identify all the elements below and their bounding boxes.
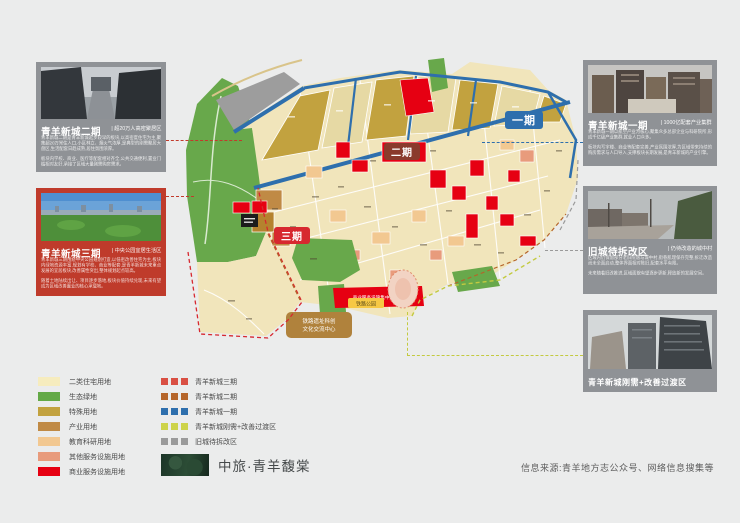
panel-transition: 青羊新城刚需+改善过渡区 bbox=[583, 310, 717, 392]
legend-zone-swatch bbox=[161, 408, 188, 415]
phase1-paragraph-2: 板块内写字楼、商业等配套完善,产业氛围浓厚,为区域带来持续的购房需求与人口导入,… bbox=[588, 145, 712, 156]
svg-text:铁路遗址科创: 铁路遗址科创 bbox=[302, 317, 335, 325]
phase1-paragraph-1: 青羊新城一期以航空产业为核心,聚集众多总部企业与科研院所,形成千亿级产业集群,就… bbox=[588, 129, 712, 140]
legend-item: 青羊新城刚需+改善过渡区 bbox=[161, 419, 276, 434]
poster-canvas: 商业服务设施集中建设区 铁路遗址科创 文化交流中心 铁路公园 bbox=[0, 0, 740, 523]
source-attribution: 信息来源:青羊地方志公众号、网络信息搜集等 bbox=[521, 461, 714, 474]
connector-oldtown bbox=[545, 250, 583, 251]
legend-land-use: 二类住宅用地 生态绿地 特殊用地 产业用地 教育科研用地 其他服务设施用地 商业… bbox=[38, 374, 125, 479]
svg-text:文化交流中心: 文化交流中心 bbox=[302, 325, 336, 333]
legend-zone-swatch bbox=[161, 423, 188, 430]
brand-logo: 中旅·青羊馥棠 bbox=[161, 454, 311, 476]
map-phase1-tag: 一期 bbox=[505, 111, 543, 129]
connector-transition-h bbox=[407, 355, 583, 356]
park-label: 铁路公园 bbox=[348, 298, 384, 308]
oldtown-photo bbox=[588, 191, 712, 239]
connector-phase2 bbox=[166, 140, 242, 141]
oldtown-paragraph-2: 未来随着旧改推进,区域面貌有望逐步更新,释放新的发展空间。 bbox=[588, 271, 712, 277]
brand-logo-mark-icon bbox=[161, 454, 209, 476]
legend-item: 青羊新城一期 bbox=[161, 404, 276, 419]
panel-phase1: 青羊新城一期 | 1000亿配套产业集群 青羊新城一期以航空产业为核心,聚集众多… bbox=[583, 60, 717, 166]
svg-text:铁路公园: 铁路公园 bbox=[356, 301, 376, 308]
panel-oldtown: 旧城待拆改区 | 仍待改造的城中村 区域内仍保留部分老旧院落与城中村,街巷肌理保… bbox=[583, 186, 717, 294]
legend-zone-swatch bbox=[161, 378, 188, 385]
legend-item: 生态绿地 bbox=[38, 389, 125, 404]
phase2-body: 青羊新城二期是青羊新城起步较早的板块,以高密度住宅为主,聚集超20万常住人口,小… bbox=[41, 135, 161, 167]
stadium-circle bbox=[388, 270, 418, 308]
phase2-paragraph-2: 板块内学校、商业、医疗等配套相对齐全,公共交通便利,置业门槛相对友好,承接了区域… bbox=[41, 156, 161, 167]
legend-swatch bbox=[38, 452, 60, 461]
legend-item: 产业用地 bbox=[38, 419, 125, 434]
oldtown-body: 区域内仍保留部分老旧院落与城中村,街巷肌理保存完整,拆迁改造尚未全面启动,整体界… bbox=[588, 255, 712, 276]
legend-item: 青羊新城三期 bbox=[161, 374, 276, 389]
phase2-photo bbox=[41, 67, 161, 119]
phase3-body: 青羊新城三期围绕中央公园规划打造,以低密改善住宅为主,板块内绿地资源丰富,规划有… bbox=[41, 257, 161, 289]
connector-phase1 bbox=[482, 142, 583, 143]
legend-item: 其他服务设施用地 bbox=[38, 449, 125, 464]
legend-swatch bbox=[38, 422, 60, 431]
phase3-paragraph-2: 随着土地陆续出让、项目逐步落地,板块价值持续兑现,未来有望成为区域改善置业的核心… bbox=[41, 278, 161, 289]
connector-phase3 bbox=[166, 196, 194, 197]
phase1-photo bbox=[588, 65, 712, 113]
legend-swatch bbox=[38, 437, 60, 446]
oldtown-paragraph-1: 区域内仍保留部分老旧院落与城中村,街巷肌理保存完整,拆迁改造尚未全面启动,整体界… bbox=[588, 255, 712, 266]
legend-item: 旧城待拆改区 bbox=[161, 434, 276, 449]
panel-phase2: 青羊新城二期 | 超20万人高密聚居区 青羊新城二期是青羊新城起步较早的板块,以… bbox=[36, 62, 166, 172]
legend-swatch bbox=[38, 467, 60, 476]
phase1-tag: | 1000亿配套产业集群 bbox=[661, 118, 712, 126]
oldtown-tag: | 仍待改造的城中村 bbox=[668, 244, 712, 252]
map-phase3-tag: 三期 bbox=[274, 227, 310, 244]
legend-item: 青羊新城二期 bbox=[161, 389, 276, 404]
phase3-tag: | 中央公园宜居生活区 bbox=[111, 246, 161, 254]
legend-swatch bbox=[38, 407, 60, 416]
panel-phase3: 青羊新城三期 | 中央公园宜居生活区 青羊新城三期围绕中央公园规划打造,以低密改… bbox=[36, 188, 166, 296]
special-black-parcel bbox=[241, 214, 258, 227]
legend-item: 二类住宅用地 bbox=[38, 374, 125, 389]
phase1-body: 青羊新城一期以航空产业为核心,聚集众多总部企业与科研院所,形成千亿级产业集群,就… bbox=[588, 129, 712, 156]
legend-zone-swatch bbox=[161, 393, 188, 400]
phase3-photo bbox=[41, 193, 161, 241]
legend-item: 商业服务设施用地 bbox=[38, 464, 125, 479]
legend-zones: 青羊新城三期 青羊新城二期 青羊新城一期 青羊新城刚需+改善过渡区 旧城待拆改区 bbox=[161, 374, 276, 449]
transition-title: 青羊新城刚需+改善过渡区 bbox=[588, 378, 687, 387]
legend-swatch bbox=[38, 377, 60, 386]
map-phase2-tag: 二期 bbox=[384, 143, 420, 160]
legend-item: 教育科研用地 bbox=[38, 434, 125, 449]
phase2-tag: | 超20万人高密聚居区 bbox=[111, 124, 161, 132]
phase3-paragraph-1: 青羊新城三期围绕中央公园规划打造,以低密改善住宅为主,板块内绿地资源丰富,规划有… bbox=[41, 257, 161, 274]
brand-logo-text: 中旅·青羊馥棠 bbox=[218, 455, 311, 475]
transition-photo bbox=[588, 315, 712, 369]
legend-zone-swatch bbox=[161, 438, 188, 445]
legend-swatch bbox=[38, 392, 60, 401]
rail-heritage-center: 铁路遗址科创 文化交流中心 bbox=[286, 312, 352, 338]
legend-item: 特殊用地 bbox=[38, 404, 125, 419]
connector-transition-v bbox=[407, 312, 408, 356]
phase2-paragraph-1: 青羊新城二期是青羊新城起步较早的板块,以高密度住宅为主,聚集超20万常住人口,小… bbox=[41, 135, 161, 152]
